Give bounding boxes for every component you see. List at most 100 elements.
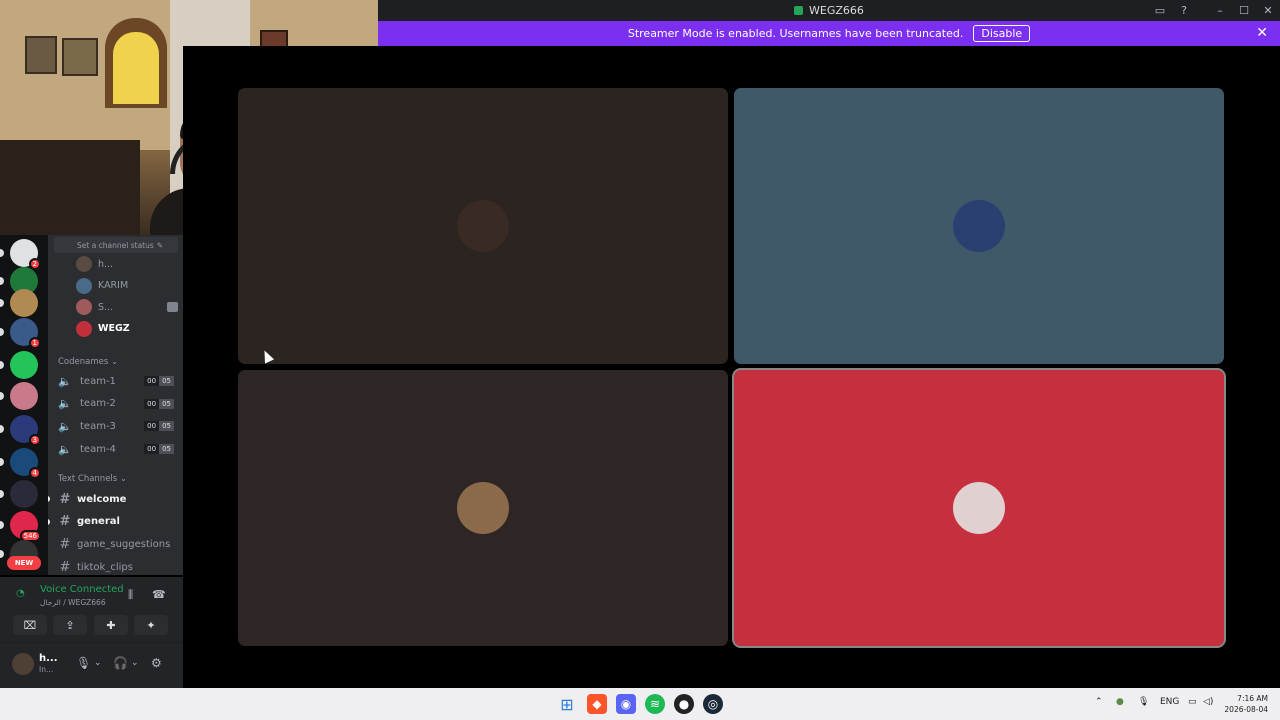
status-icon[interactable]: ● [1116,697,1124,707]
activities-button[interactable]: ✚ [94,615,128,635]
hash-icon: # [59,491,71,507]
server-icon[interactable]: 2 [10,239,41,270]
channel-name: general [77,516,120,528]
app-icon [794,6,804,15]
avatar [76,277,92,294]
text-channel-game_suggestions[interactable]: # game_suggestions [58,534,178,554]
spotify-icon[interactable]: ≋ [645,694,665,714]
server-icon[interactable] [10,382,38,410]
voice-member[interactable]: KARIM [76,277,176,295]
server-rail: 2 1 3 4 546 [0,235,48,575]
brave-browser-icon[interactable]: ◆ [587,694,607,714]
text-channel-tiktok_clips[interactable]: # tiktok_clips [58,557,178,575]
server-icon[interactable]: 546 [10,511,41,542]
set-channel-status-button[interactable]: Set a channel status ✎ [54,237,178,253]
text-channel-general[interactable]: # general [48,512,178,532]
server-icon[interactable] [10,289,38,317]
participant-tile[interactable] [238,370,728,646]
voice-member[interactable]: WEGZ [76,320,176,338]
category-text-channels[interactable]: Text Channels ⌄ [58,474,127,484]
user-count: 00 [144,398,160,409]
screen-icon [167,302,178,312]
soundboard-button[interactable]: ✦ [134,615,168,635]
minimize-button[interactable]: – [1208,0,1232,21]
user-count: 00 [144,421,160,432]
gear-icon[interactable]: ⚙ [151,656,162,670]
noise-suppression-icon[interactable]: ⫼ [128,588,133,602]
user-count: 00 [144,376,160,386]
close-window-button[interactable]: ✕ [1256,0,1280,21]
clock-time: 7:16 AM [1237,694,1268,703]
avatar[interactable] [12,653,34,675]
webcam-frame [25,36,57,74]
user-limit-max: 05 [159,398,174,409]
server-icon[interactable]: 1 [10,318,41,349]
disconnect-icon[interactable]: ☎ [152,588,166,601]
user-limit-max: 05 [159,421,174,432]
webcam-window [105,18,167,108]
voice-channel-team-2[interactable]: 🔈 team-2 00 05 [58,394,178,414]
speaker-icon: 🔈 [58,374,72,388]
avatar [457,482,509,534]
maximize-button[interactable]: ☐ [1232,0,1256,21]
streamer-mode-banner: Streamer Mode is enabled. Usernames have… [378,21,1280,46]
clock[interactable]: 7:16 AM 2026-08-04 [1224,693,1268,715]
pencil-icon: ✎ [156,240,164,250]
language-indicator[interactable]: ENG [1160,697,1179,707]
new-badge: NEW [7,556,41,570]
close-banner-icon[interactable]: ✕ [1256,25,1268,41]
unread-pip [0,521,4,529]
participant-tile[interactable] [238,88,728,364]
category-label: Codenames [58,357,109,367]
signal-icon[interactable]: ◔ [16,588,25,599]
voice-member[interactable]: h... [76,255,176,273]
headphones-icon[interactable]: 🎧 [113,656,128,670]
avatar [953,200,1005,252]
discord-icon[interactable]: ◉ [616,694,636,714]
channel-name: team-2 [80,398,116,410]
unread-pip [0,361,4,369]
chevron-down-icon[interactable]: ⌄ [94,658,102,668]
voice-member[interactable]: S... [76,298,178,316]
obs-icon[interactable]: ● [674,694,694,714]
participant-tile[interactable] [732,368,1226,648]
banner-text: Streamer Mode is enabled. Usernames have… [627,27,964,40]
user-limit: 00 05 [144,421,174,432]
windows-start-icon[interactable]: ⊞ [557,694,577,714]
volume-icon[interactable]: ◁) [1203,697,1213,707]
participant-tile[interactable] [734,88,1224,364]
voice-channel-path[interactable]: الرجال / WEGZ666 [40,598,106,607]
network-icon[interactable]: ▭ [1188,697,1197,707]
category-codenames[interactable]: Codenames ⌄ [58,357,118,367]
chevron-down-icon[interactable]: ⌄ [131,658,139,668]
server-icon[interactable] [10,351,38,379]
share-screen-button[interactable]: ⇪ [53,615,87,635]
server-icon[interactable] [10,480,38,508]
help-icon[interactable]: ? [1172,0,1196,21]
voice-channel-team-3[interactable]: 🔈 team-3 00 05 [58,416,178,436]
channel-name: tiktok_clips [77,561,133,573]
unread-pip [0,277,4,285]
unread-pip [0,458,4,466]
user-name[interactable]: h... [39,653,58,664]
windows-taskbar: ⊞ ◆ ◉ ≋ ● ◎ ⌃ ● 🎙 ENG ▭ ◁) 7:16 AM 2026-… [0,688,1280,720]
avatar [76,256,92,272]
voice-connected-label[interactable]: Voice Connected [40,584,124,595]
voice-channel-team-4[interactable]: 🔈 team-4 00 05 [58,439,178,459]
avatar [457,200,509,252]
voice-stage [183,46,1280,688]
inbox-icon[interactable]: ▭ [1148,0,1172,21]
voice-channel-team-1[interactable]: 🔈 team-1 00 05 [58,371,178,391]
unread-pip [0,550,4,558]
webcam-bed [0,140,140,235]
chevron-up-icon[interactable]: ⌃ [1095,697,1103,707]
user-panel: h... In... 🎙 ⌄ 🎧 ⌄ ⚙ [0,643,183,688]
microphone-icon[interactable]: 🎙 [76,656,91,670]
server-icon[interactable]: 3 [10,415,41,446]
disable-streamer-mode-button[interactable]: Disable [973,25,1031,42]
text-channel-welcome[interactable]: # welcome [48,489,178,509]
server-icon[interactable]: 4 [10,448,41,479]
microphone-tray-icon[interactable]: 🎙 [1138,697,1149,707]
steam-icon[interactable]: ◎ [703,694,723,714]
camera-toggle-button[interactable]: ⌧ [13,615,47,635]
